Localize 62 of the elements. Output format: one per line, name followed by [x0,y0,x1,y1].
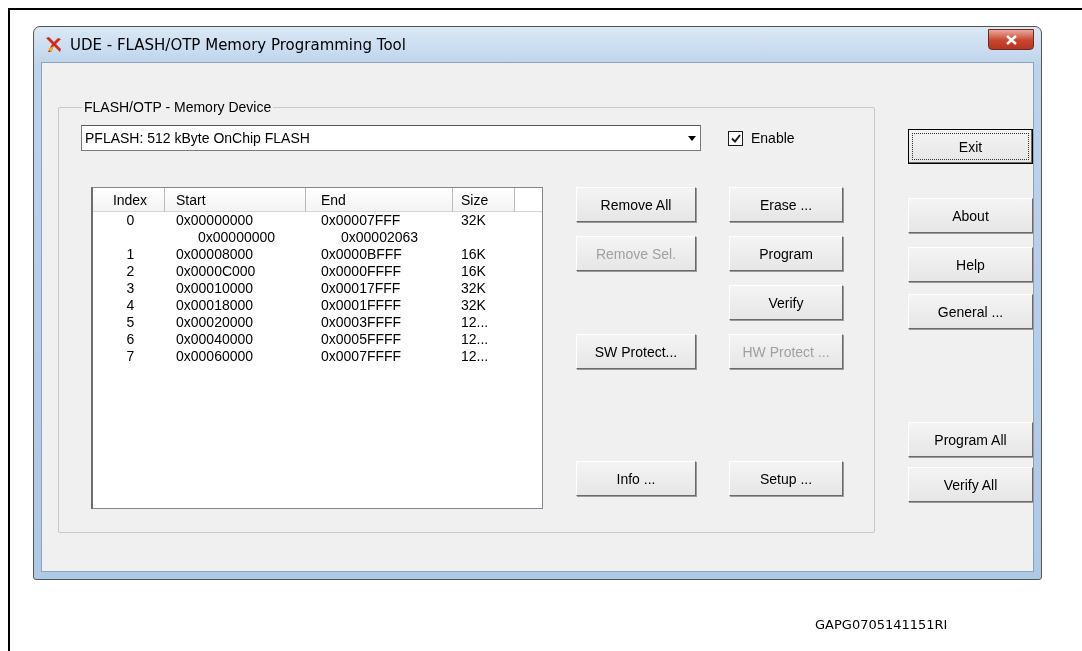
table-cell-text: 16K [460,263,487,280]
table-cell-text: 12... [460,348,490,365]
close-button[interactable] [988,29,1034,50]
dialog-button[interactable]: About [908,198,1033,233]
table-cell-text: 0x00002063 [340,229,420,246]
table-cell-text: 1 [125,246,136,263]
table-cell-text: 0x00017FFF [320,280,402,297]
dialog-button[interactable]: General ... [908,294,1033,329]
dropdown-arrow-icon [688,135,696,141]
column-header[interactable]: Index [93,188,165,212]
dialog-button[interactable]: Erase ... [729,187,843,222]
table-cell-text: 0x00040000 [175,331,255,348]
app-logo-icon [45,36,62,53]
table-cell-text: 0x00007FFF [320,212,402,229]
table-cell-text: 5 [125,314,136,331]
table-cell-text: 32K [460,280,487,297]
table-cell-text: 4 [125,297,136,314]
table-cell-text: 0x0005FFFF [320,331,403,348]
table-cell-text: 0x0007FFFF [320,348,403,365]
dialog-button[interactable]: Program [729,236,843,271]
dialog-button[interactable]: Verify All [908,467,1033,502]
memory-list[interactable] [91,187,543,509]
table-cell-text: 12... [460,331,490,348]
table-cell-text: 0 [125,212,136,229]
table-cell-text: 6 [125,331,136,348]
column-header[interactable]: Size [453,188,515,212]
table-cell-text: 7 [125,348,136,365]
dialog-button[interactable]: Remove All [576,187,696,222]
table-cell-text: 0x0000C000 [175,263,257,280]
dialog-button[interactable]: Verify [729,285,843,320]
window-title: UDE - FLASH/OTP Memory Programming Tool [70,35,406,54]
table-cell-text: 0x00008000 [175,246,255,263]
dialog-button[interactable]: Setup ... [729,461,843,496]
dialog-button[interactable]: Program All [908,422,1033,457]
table-cell-text: 0x0001FFFF [320,297,403,314]
table-cell-text: 0x00000000 [197,229,277,246]
enable-checkbox[interactable] [728,130,743,146]
table-cell-text: 0x00020000 [175,314,255,331]
table-cell-text: 32K [460,297,487,314]
checkbox-label: Enable [751,130,795,146]
column-header[interactable]: End [306,188,453,212]
table-cell-text: 0x00060000 [175,348,255,365]
table-cell-text: 32K [460,212,487,229]
table-cell-text: 2 [125,263,136,280]
dialog-button[interactable]: SW Protect... [576,334,696,369]
table-cell-text: 0x00010000 [175,280,255,297]
close-icon [1005,34,1017,45]
device-dropdown[interactable]: PFLASH: 512 kByte OnChip FLASH [81,125,701,151]
table-cell-text: 16K [460,246,487,263]
table-cell-text: 12... [460,314,490,331]
dialog-button[interactable]: Help [908,247,1033,282]
group-title: FLASH/OTP - Memory Device [83,99,273,115]
dialog-button[interactable]: Info ... [576,461,696,496]
dialog-button[interactable]: Exit [908,129,1033,164]
table-cell-text: 0x00018000 [175,297,255,314]
table-cell-text: 0x0003FFFF [320,314,403,331]
table-cell-text: 0x00000000 [175,212,255,229]
table-cell-text: 3 [125,280,136,297]
table-cell-text: 0x0000FFFF [320,263,403,280]
column-header[interactable]: Start [165,188,306,212]
figure-id: GAPG0705141151RI [815,617,949,632]
table-cell-text: 0x0000BFFF [320,246,403,263]
